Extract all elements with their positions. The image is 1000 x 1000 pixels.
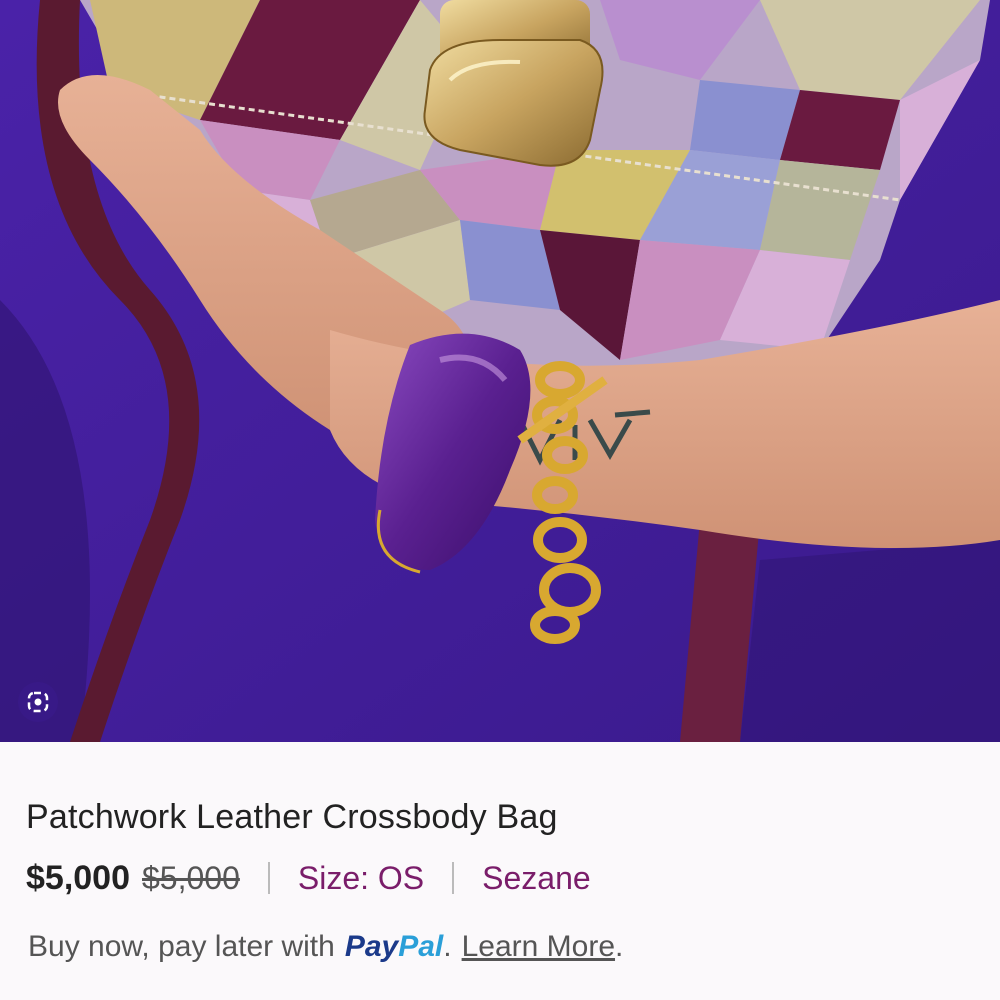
- product-title[interactable]: Patchwork Leather Crossbody Bag: [26, 798, 558, 837]
- divider: [452, 862, 455, 894]
- size-label: Size: OS: [297, 859, 425, 896]
- price-row: $5,000 $5,000 Size: OS Sezane: [26, 856, 591, 900]
- paypal-period: .: [443, 930, 452, 963]
- paypal-logo: PayPal: [344, 930, 444, 963]
- product-image[interactable]: [0, 0, 1000, 742]
- paypal-message: Buy now, pay later with PayPal . Learn M…: [28, 927, 623, 967]
- original-price: $5,000: [142, 859, 240, 896]
- divider: [267, 862, 270, 894]
- lens-icon[interactable]: [18, 682, 58, 722]
- brand-link[interactable]: Sezane: [482, 860, 591, 897]
- learn-more-link[interactable]: Learn More: [462, 930, 615, 964]
- sale-price: $5,000: [26, 858, 130, 897]
- paypal-period-end: .: [615, 930, 624, 963]
- bag-clasp: [423, 0, 604, 167]
- product-info: Patchwork Leather Crossbody Bag $5,000 $…: [0, 742, 1000, 1000]
- paypal-prefix: Buy now, pay later with: [28, 930, 335, 963]
